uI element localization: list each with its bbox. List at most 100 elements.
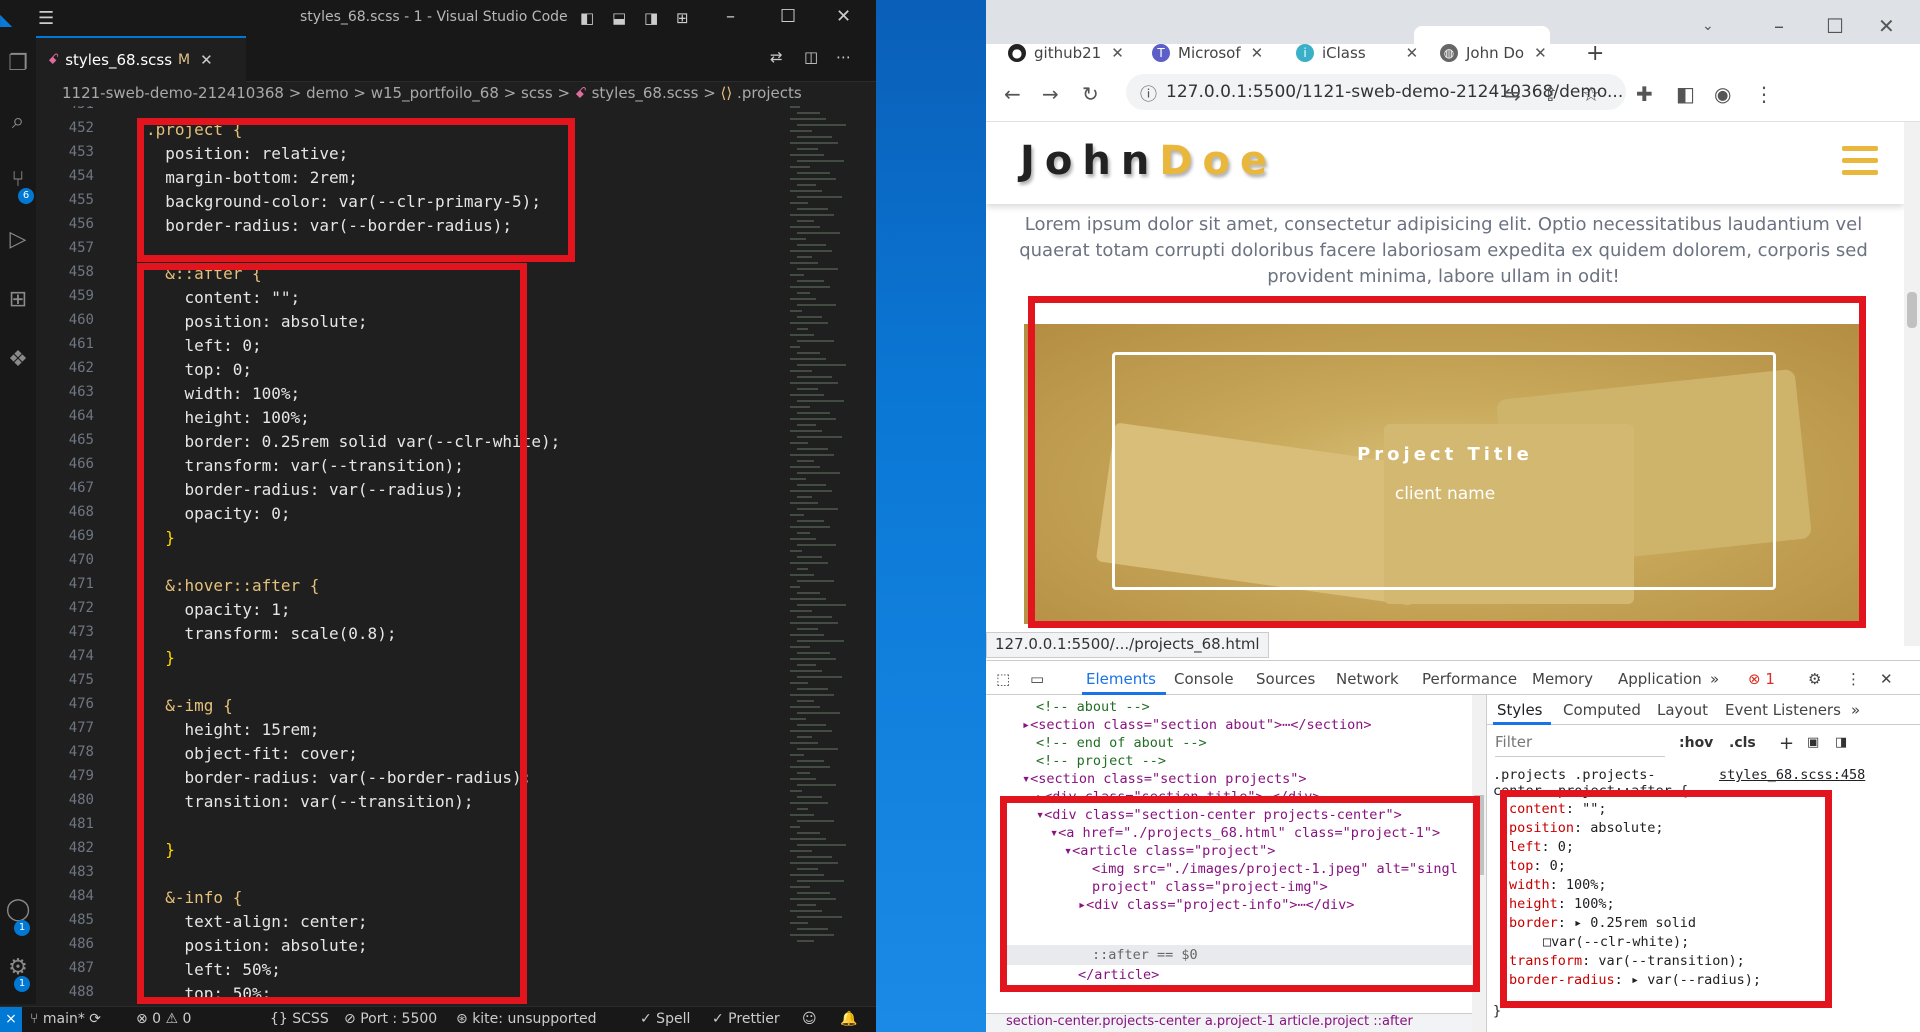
settings-gear-icon[interactable]: ⚙ <box>1808 670 1821 688</box>
minimap-line <box>797 436 842 438</box>
tab-layout[interactable]: Layout <box>1657 701 1708 719</box>
dom-node[interactable]: ▾<section class="section projects"> <box>1022 771 1306 787</box>
tab-styles-scss[interactable]: ꗃ styles_68.scss M ✕ <box>36 36 246 82</box>
close-button[interactable]: ✕ <box>836 6 851 27</box>
explorer-icon[interactable]: ❐ <box>4 50 32 78</box>
tab-close-icon[interactable]: ✕ <box>1111 44 1124 62</box>
side-panel-icon[interactable]: ◧ <box>1676 82 1695 106</box>
tab-styles[interactable]: Styles <box>1497 701 1543 719</box>
bookmark-star-icon[interactable]: ☆ <box>1582 82 1600 106</box>
more-tabs-icon[interactable]: » <box>1851 701 1860 719</box>
hamburger-menu-icon[interactable] <box>1842 146 1878 182</box>
error-counter[interactable]: ⊗ 1 <box>1748 670 1775 688</box>
breadcrumb-item[interactable]: styles_68.scss <box>592 84 699 102</box>
toggle-secondary-sidebar-icon[interactable]: ◨ <box>644 9 658 27</box>
customize-layout-icon[interactable]: ⊞ <box>676 9 689 27</box>
python-icon[interactable]: ❖ <box>4 346 32 374</box>
live-server-status[interactable]: ⊘ Port : 5500 <box>344 1011 437 1027</box>
extensions-icon[interactable]: ✚ <box>1636 82 1653 106</box>
open-changes-icon[interactable]: ⇄ <box>770 48 783 66</box>
problems-status[interactable]: ⊗ 0 ⚠ 0 <box>136 1011 191 1027</box>
breadcrumb-item[interactable]: demo <box>306 84 349 102</box>
spell-status[interactable]: ✓ Spell <box>640 1011 690 1027</box>
back-icon[interactable]: ← <box>1004 82 1021 106</box>
more-actions-icon[interactable]: ⋯ <box>836 48 851 66</box>
tab-close-icon[interactable]: ✕ <box>1251 44 1264 62</box>
breadcrumb-item[interactable]: scss <box>521 84 553 102</box>
scrollbar-thumb[interactable] <box>1907 292 1917 328</box>
menu-icon[interactable]: ☰ <box>38 8 54 29</box>
remote-icon[interactable]: ⨯ <box>0 1007 22 1032</box>
close-button[interactable]: ✕ <box>1878 14 1895 38</box>
translate-icon[interactable]: ⇋ <box>1504 82 1521 106</box>
tab-memory[interactable]: Memory <box>1532 670 1593 688</box>
reload-icon[interactable]: ↻ <box>1082 82 1099 106</box>
minimap-line <box>797 136 832 138</box>
inspect-element-icon[interactable]: ⬚ <box>996 670 1010 688</box>
minimap-line <box>790 454 834 456</box>
tab-console[interactable]: Console <box>1174 670 1234 688</box>
new-rule-icon[interactable]: + <box>1779 733 1794 754</box>
sidebar-toggle-icon[interactable]: ◨ <box>1835 735 1847 750</box>
info-icon[interactable]: ⓘ <box>1140 80 1157 105</box>
breadcrumb-item[interactable]: 1121-sweb-demo-212410368 <box>62 84 284 102</box>
close-devtools-icon[interactable]: ✕ <box>1880 670 1893 688</box>
run-debug-icon[interactable]: ▷ <box>4 226 32 254</box>
minimap-line <box>790 346 800 348</box>
breadcrumb-item[interactable]: w15_portfoilo_68 <box>371 84 499 102</box>
page-scrollbar[interactable] <box>1904 122 1920 646</box>
toggle-panel-icon[interactable]: ⬓ <box>612 9 626 27</box>
site-logo[interactable]: JohnDoe <box>1020 138 1277 184</box>
forward-icon[interactable]: → <box>1042 82 1059 106</box>
minimap-line <box>797 856 832 858</box>
feedback-icon[interactable]: ☺ <box>802 1011 817 1027</box>
tab-sources[interactable]: Sources <box>1256 670 1315 688</box>
notifications-icon[interactable]: 🔔 <box>840 1011 857 1027</box>
more-tabs-icon[interactable]: » <box>1710 670 1719 688</box>
minimap-line <box>797 172 830 174</box>
chrome-menu-icon[interactable]: ⋮ <box>1754 82 1774 106</box>
dom-node[interactable]: <!-- project --> <box>1036 753 1166 769</box>
tab-computed[interactable]: Computed <box>1563 701 1641 719</box>
kite-status[interactable]: ⊛ kite: unsupported <box>456 1011 596 1027</box>
tab-close-icon[interactable]: ✕ <box>1534 44 1547 62</box>
toggle-sidebar-icon[interactable]: ◧ <box>580 9 594 27</box>
tab-application[interactable]: Application <box>1618 670 1702 688</box>
breadcrumb-item[interactable]: .projects <box>737 84 802 102</box>
branch-status[interactable]: ⑂ main* ⟳ <box>30 1011 101 1027</box>
hover-state-toggle[interactable]: :hov <box>1679 735 1713 751</box>
styles-filter-input[interactable]: Filter <box>1495 733 1665 757</box>
devtools-tabbar: ⬚ ▭ Elements Console Sources Network Per… <box>986 661 1920 695</box>
tab-elements[interactable]: Elements <box>1086 670 1156 688</box>
search-icon[interactable]: ⌕ <box>4 108 32 136</box>
dom-node[interactable]: <!-- end of about --> <box>1036 735 1207 751</box>
dom-breadcrumbs[interactable]: section-center.projects-center a.project… <box>986 1013 1472 1032</box>
line-number: 482 <box>68 840 94 856</box>
tab-search-icon[interactable]: ⌄ <box>1702 18 1714 34</box>
tab-close-icon[interactable]: ✕ <box>1406 44 1419 62</box>
minimap[interactable] <box>790 106 870 986</box>
language-status[interactable]: {} SCSS <box>270 1011 329 1027</box>
maximize-button[interactable]: ☐ <box>780 6 796 27</box>
line-number: 462 <box>68 360 94 376</box>
tab-network[interactable]: Network <box>1336 670 1399 688</box>
dom-node[interactable]: <!-- about --> <box>1036 699 1150 715</box>
rule-source-link[interactable]: styles_68.scss:458 <box>1719 767 1865 783</box>
class-toggle[interactable]: .cls <box>1729 735 1756 751</box>
device-toolbar-icon[interactable]: ▭ <box>1030 670 1044 688</box>
tab-close-icon[interactable]: ✕ <box>200 51 213 69</box>
split-editor-icon[interactable]: ◫ <box>804 48 818 66</box>
minimize-button[interactable]: – <box>726 6 735 27</box>
minimize-button[interactable]: – <box>1774 14 1784 38</box>
share-icon[interactable]: ⇪ <box>1542 82 1559 106</box>
dom-node[interactable]: ▸<section class="section about">⋯</secti… <box>1022 717 1372 733</box>
maximize-button[interactable]: ☐ <box>1826 14 1844 38</box>
tab-event-listeners[interactable]: Event Listeners <box>1725 701 1841 719</box>
devtools-menu-icon[interactable]: ⋮ <box>1846 670 1861 688</box>
extensions-icon[interactable]: ⊞ <box>4 286 32 314</box>
profile-avatar-icon[interactable]: ◉ <box>1714 82 1731 106</box>
paint-icon[interactable]: ▣ <box>1807 735 1819 750</box>
prettier-status[interactable]: ✓ Prettier <box>712 1011 780 1027</box>
scss-file-icon: ꗃ <box>574 84 587 102</box>
tab-performance[interactable]: Performance <box>1422 670 1517 688</box>
